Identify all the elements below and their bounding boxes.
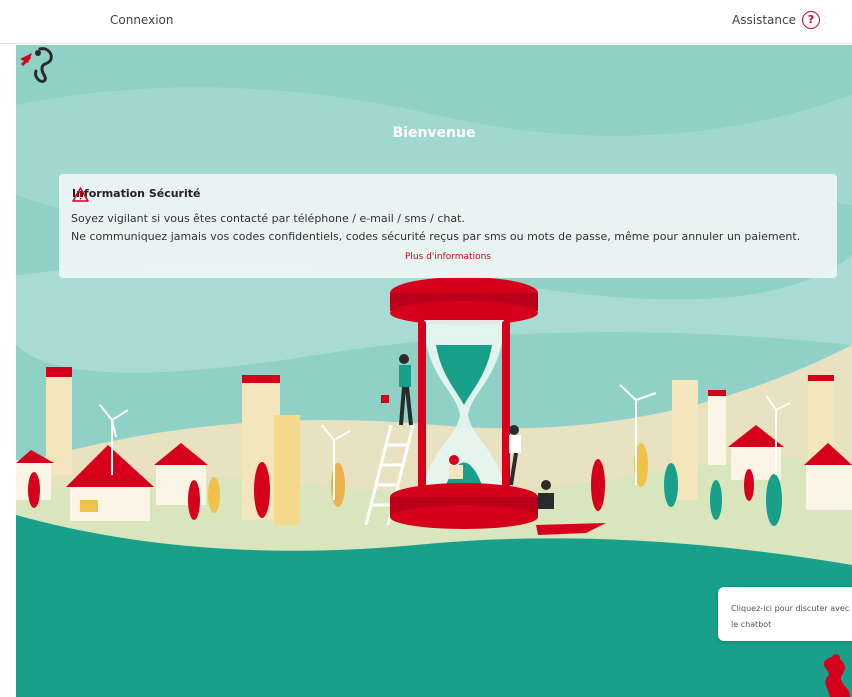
warning-triangle-icon [72, 187, 89, 202]
login-link[interactable]: Connexion [110, 13, 174, 27]
more-info-link[interactable]: Plus d'informations [59, 252, 837, 262]
help-label[interactable]: Assistance [732, 13, 796, 27]
security-title-row: Information Sécurité [72, 187, 201, 202]
security-notice: Information Sécurité Soyez vigilant si v… [59, 174, 837, 278]
chatbot-text[interactable]: Cliquez-ici pour discuter avec le chatbo… [731, 601, 852, 633]
bank-logo-icon [20, 47, 53, 83]
security-title: Information Sécurité [72, 187, 201, 200]
chatbot-avatar-icon[interactable] [820, 652, 852, 697]
help-link[interactable]: Assistance ? [732, 11, 820, 29]
chatbot-bubble[interactable]: Cliquez-ici pour discuter avec le chatbo… [718, 587, 852, 641]
welcome-title: Bienvenue [392, 125, 476, 141]
security-line-2: Ne communiquez jamais vos codes confiden… [71, 230, 801, 243]
top-bar: Connexion Assistance ? [0, 0, 852, 44]
question-circle-icon[interactable]: ? [802, 11, 820, 29]
security-line-1: Soyez vigilant si vous êtes contacté par… [71, 212, 465, 225]
